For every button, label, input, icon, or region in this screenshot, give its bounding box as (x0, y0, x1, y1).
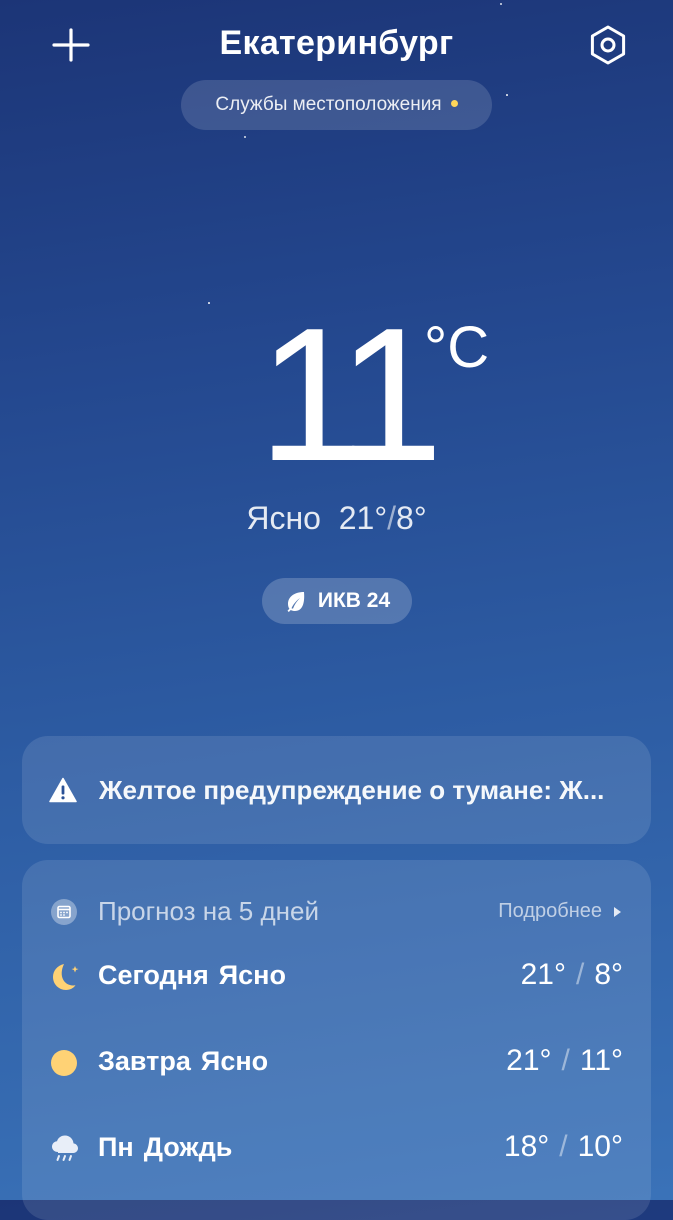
forecast-day-name: Сегодня (98, 960, 209, 990)
forecast-low: 8° (594, 958, 623, 991)
forecast-high: 18° (503, 1130, 550, 1163)
hexagon-gear-icon (590, 25, 626, 65)
forecast-day-temps: 21° / 8° (521, 958, 623, 992)
settings-button[interactable] (585, 22, 631, 68)
forecast-row-tomorrow[interactable]: Завтра Ясно 21° / 11° (22, 1038, 651, 1088)
weather-alert-card[interactable]: Желтое предупреждение о тумане: Ж... (22, 736, 651, 844)
forecast-day-name: Пн (98, 1132, 134, 1162)
forecast-row-monday[interactable]: Пн Дождь 18° / 10° (22, 1124, 651, 1174)
location-status-dot (450, 99, 458, 107)
location-services-label: Службы местоположения (215, 94, 442, 115)
temp-separator: / (575, 958, 585, 991)
forecast-row-today[interactable]: Сегодня Ясно 21° / 8° (22, 952, 651, 1002)
current-high: 21° (338, 500, 388, 536)
star-decoration (506, 94, 508, 96)
leaf-icon (287, 592, 305, 612)
aqi-label: ИКВ 24 (317, 589, 391, 612)
forecast-low: 11° (579, 1044, 623, 1077)
forecast-day-temps: 18° / 10° (504, 1130, 623, 1164)
chevron-right-icon (614, 906, 621, 917)
forecast-day-condition: Ясно (200, 1046, 269, 1076)
star-decoration (244, 136, 246, 138)
alert-text: Желтое предупреждение о тумане: Ж... (99, 774, 605, 805)
forecast-more-link[interactable]: Подробнее (498, 900, 621, 923)
city-title: Екатеринбург (219, 24, 454, 62)
forecast-high: 21° (520, 958, 566, 991)
temp-separator: / (559, 1130, 568, 1163)
forecast-day-condition: Ясно (218, 960, 286, 990)
current-temperature: 11 (258, 289, 443, 501)
forecast-high: 21° (506, 1044, 552, 1077)
forecast-low: 10° (577, 1130, 623, 1163)
current-condition-line: Ясно 21°/8° (0, 500, 673, 537)
forecast-day-label: Завтра Ясно (98, 1046, 268, 1077)
sun-icon (51, 1050, 77, 1076)
forecast-day-name: Завтра (98, 1046, 191, 1076)
calendar-icon (51, 899, 77, 925)
current-low: 8° (396, 500, 427, 536)
moon-icon (53, 964, 79, 990)
forecast-day-temps: 21° / 11° (506, 1044, 623, 1078)
forecast-day-label: Сегодня Ясно (98, 960, 286, 991)
high-low-separator: / (387, 500, 397, 536)
current-temperature-block: 11 °C (0, 300, 673, 490)
forecast-title: Прогноз на 5 дней (98, 896, 319, 926)
top-bar: Екатеринбург (0, 0, 673, 90)
rain-cloud-icon (52, 1135, 78, 1161)
five-day-forecast-card: Прогноз на 5 дней Подробнее Сегодня Ясно … (22, 860, 651, 1220)
aqi-pill[interactable]: ИКВ 24 (262, 578, 412, 624)
forecast-header: Прогноз на 5 дней Подробнее (22, 894, 651, 928)
temperature-unit: °C (424, 315, 490, 380)
warning-triangle-icon (49, 777, 77, 803)
temp-separator: / (561, 1044, 570, 1077)
location-services-pill[interactable]: Службы местоположения (181, 80, 492, 130)
current-condition: Ясно (246, 500, 321, 536)
forecast-more-label: Подробнее (498, 900, 602, 922)
forecast-day-label: Пн Дождь (98, 1132, 232, 1163)
forecast-day-condition: Дождь (143, 1132, 233, 1162)
